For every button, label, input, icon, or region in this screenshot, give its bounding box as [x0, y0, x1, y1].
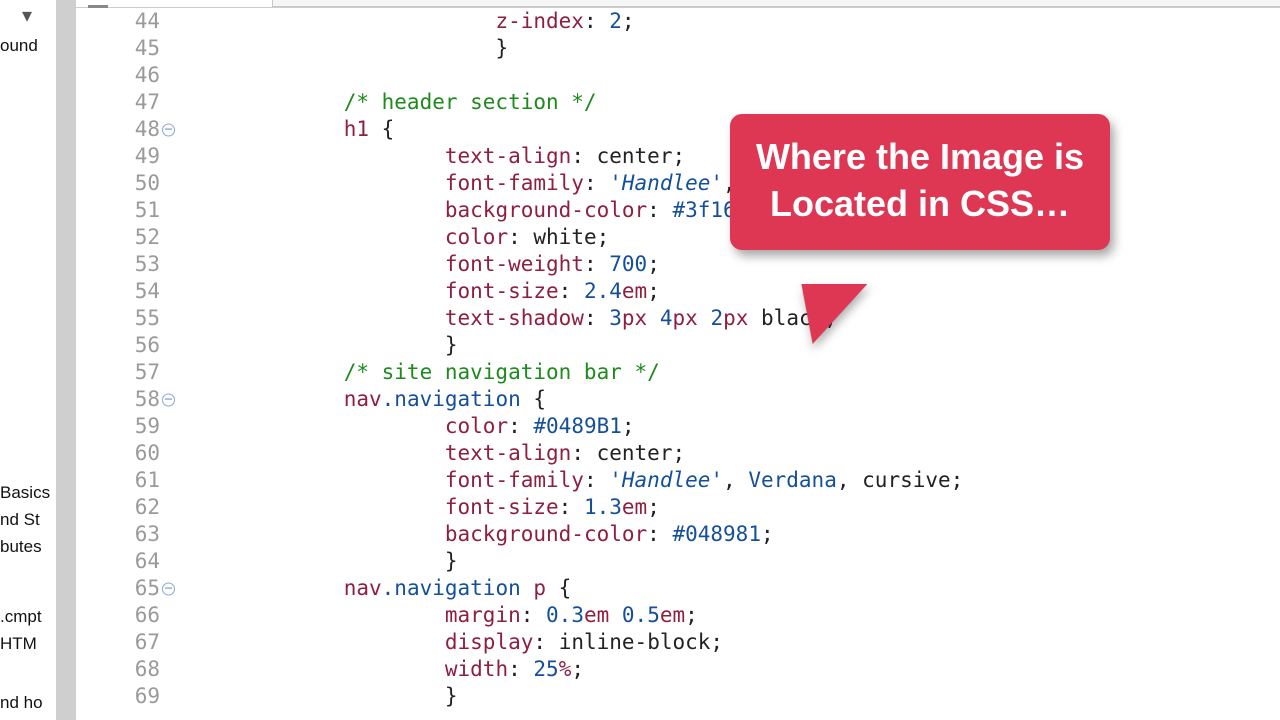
- callout-text: Where the Image is Located in CSS…: [756, 136, 1084, 224]
- line-number: 53: [76, 251, 160, 278]
- line-number: 65: [76, 575, 160, 602]
- fold-toggle-icon[interactable]: [162, 123, 175, 136]
- callout-tail-icon: [789, 284, 868, 344]
- line-number: 49: [76, 143, 160, 170]
- toc-item[interactable]: HTM: [0, 634, 37, 654]
- vertical-ruler: [56, 0, 76, 720]
- line-number: 50: [76, 170, 160, 197]
- fold-column[interactable]: [166, 8, 188, 720]
- line-number: 67: [76, 629, 160, 656]
- code-line[interactable]: }: [192, 35, 1280, 62]
- code-line[interactable]: font-size: 1.3em;: [192, 494, 1280, 521]
- code-line[interactable]: }: [192, 548, 1280, 575]
- code-line[interactable]: font-family: 'Handlee', Verdana, cursive…: [192, 467, 1280, 494]
- fold-toggle-icon[interactable]: [162, 393, 175, 406]
- line-number: 59: [76, 413, 160, 440]
- annotation-callout: Where the Image is Located in CSS…: [730, 114, 1110, 250]
- line-number: 56: [76, 332, 160, 359]
- line-number: 51: [76, 197, 160, 224]
- toc-item[interactable]: Basics: [0, 483, 50, 503]
- line-number: 62: [76, 494, 160, 521]
- code-line[interactable]: z-index: 2;: [192, 8, 1280, 35]
- code-line[interactable]: /* site navigation bar */: [192, 359, 1280, 386]
- tab-bar-edge: [272, 0, 1280, 7]
- code-line[interactable]: nav.navigation p {: [192, 575, 1280, 602]
- code-line[interactable]: color: #0489B1;: [192, 413, 1280, 440]
- code-line[interactable]: }: [192, 683, 1280, 710]
- line-number: 68: [76, 656, 160, 683]
- code-line[interactable]: font-weight: 700;: [192, 251, 1280, 278]
- dropdown-icon[interactable]: ▾: [22, 3, 32, 28]
- line-number: 52: [76, 224, 160, 251]
- line-number: 61: [76, 467, 160, 494]
- line-number: 46: [76, 62, 160, 89]
- line-number: 69: [76, 683, 160, 710]
- line-number: 47: [76, 89, 160, 116]
- code-line[interactable]: text-shadow: 3px 4px 2px black;: [192, 305, 1280, 332]
- line-number: 44: [76, 8, 160, 35]
- toc-item[interactable]: ound: [0, 36, 38, 56]
- line-number-gutter: 4445464748495051525354555657585960616263…: [76, 8, 166, 720]
- code-line[interactable]: width: 25%;: [192, 656, 1280, 683]
- toc-item[interactable]: butes: [0, 537, 42, 557]
- code-line[interactable]: display: inline-block;: [192, 629, 1280, 656]
- code-area[interactable]: z-index: 2; } /* header section */ h1 { …: [188, 8, 1280, 720]
- line-number: 64: [76, 548, 160, 575]
- line-number: 66: [76, 602, 160, 629]
- outline-sidebar: ▾ ound Basics nd St butes .cmpt HTM nd h…: [0, 0, 56, 720]
- code-line[interactable]: [192, 62, 1280, 89]
- code-line[interactable]: margin: 0.3em 0.5em;: [192, 602, 1280, 629]
- toc-item[interactable]: .cmpt: [0, 607, 42, 627]
- code-line[interactable]: font-size: 2.4em;: [192, 278, 1280, 305]
- line-number: 58: [76, 386, 160, 413]
- toc-item[interactable]: nd ho: [0, 693, 43, 713]
- line-number: 54: [76, 278, 160, 305]
- line-number: 55: [76, 305, 160, 332]
- code-line[interactable]: background-color: #048981;: [192, 521, 1280, 548]
- toc-item[interactable]: nd St: [0, 510, 40, 530]
- code-line[interactable]: }: [192, 332, 1280, 359]
- line-number: 60: [76, 440, 160, 467]
- fold-toggle-icon[interactable]: [162, 582, 175, 595]
- hamburger-icon[interactable]: [88, 0, 108, 8]
- line-number: 57: [76, 359, 160, 386]
- code-line[interactable]: text-align: center;: [192, 440, 1280, 467]
- code-line[interactable]: /* header section */: [192, 89, 1280, 116]
- line-number: 48: [76, 116, 160, 143]
- line-number: 63: [76, 521, 160, 548]
- code-line[interactable]: nav.navigation {: [192, 386, 1280, 413]
- line-number: 45: [76, 35, 160, 62]
